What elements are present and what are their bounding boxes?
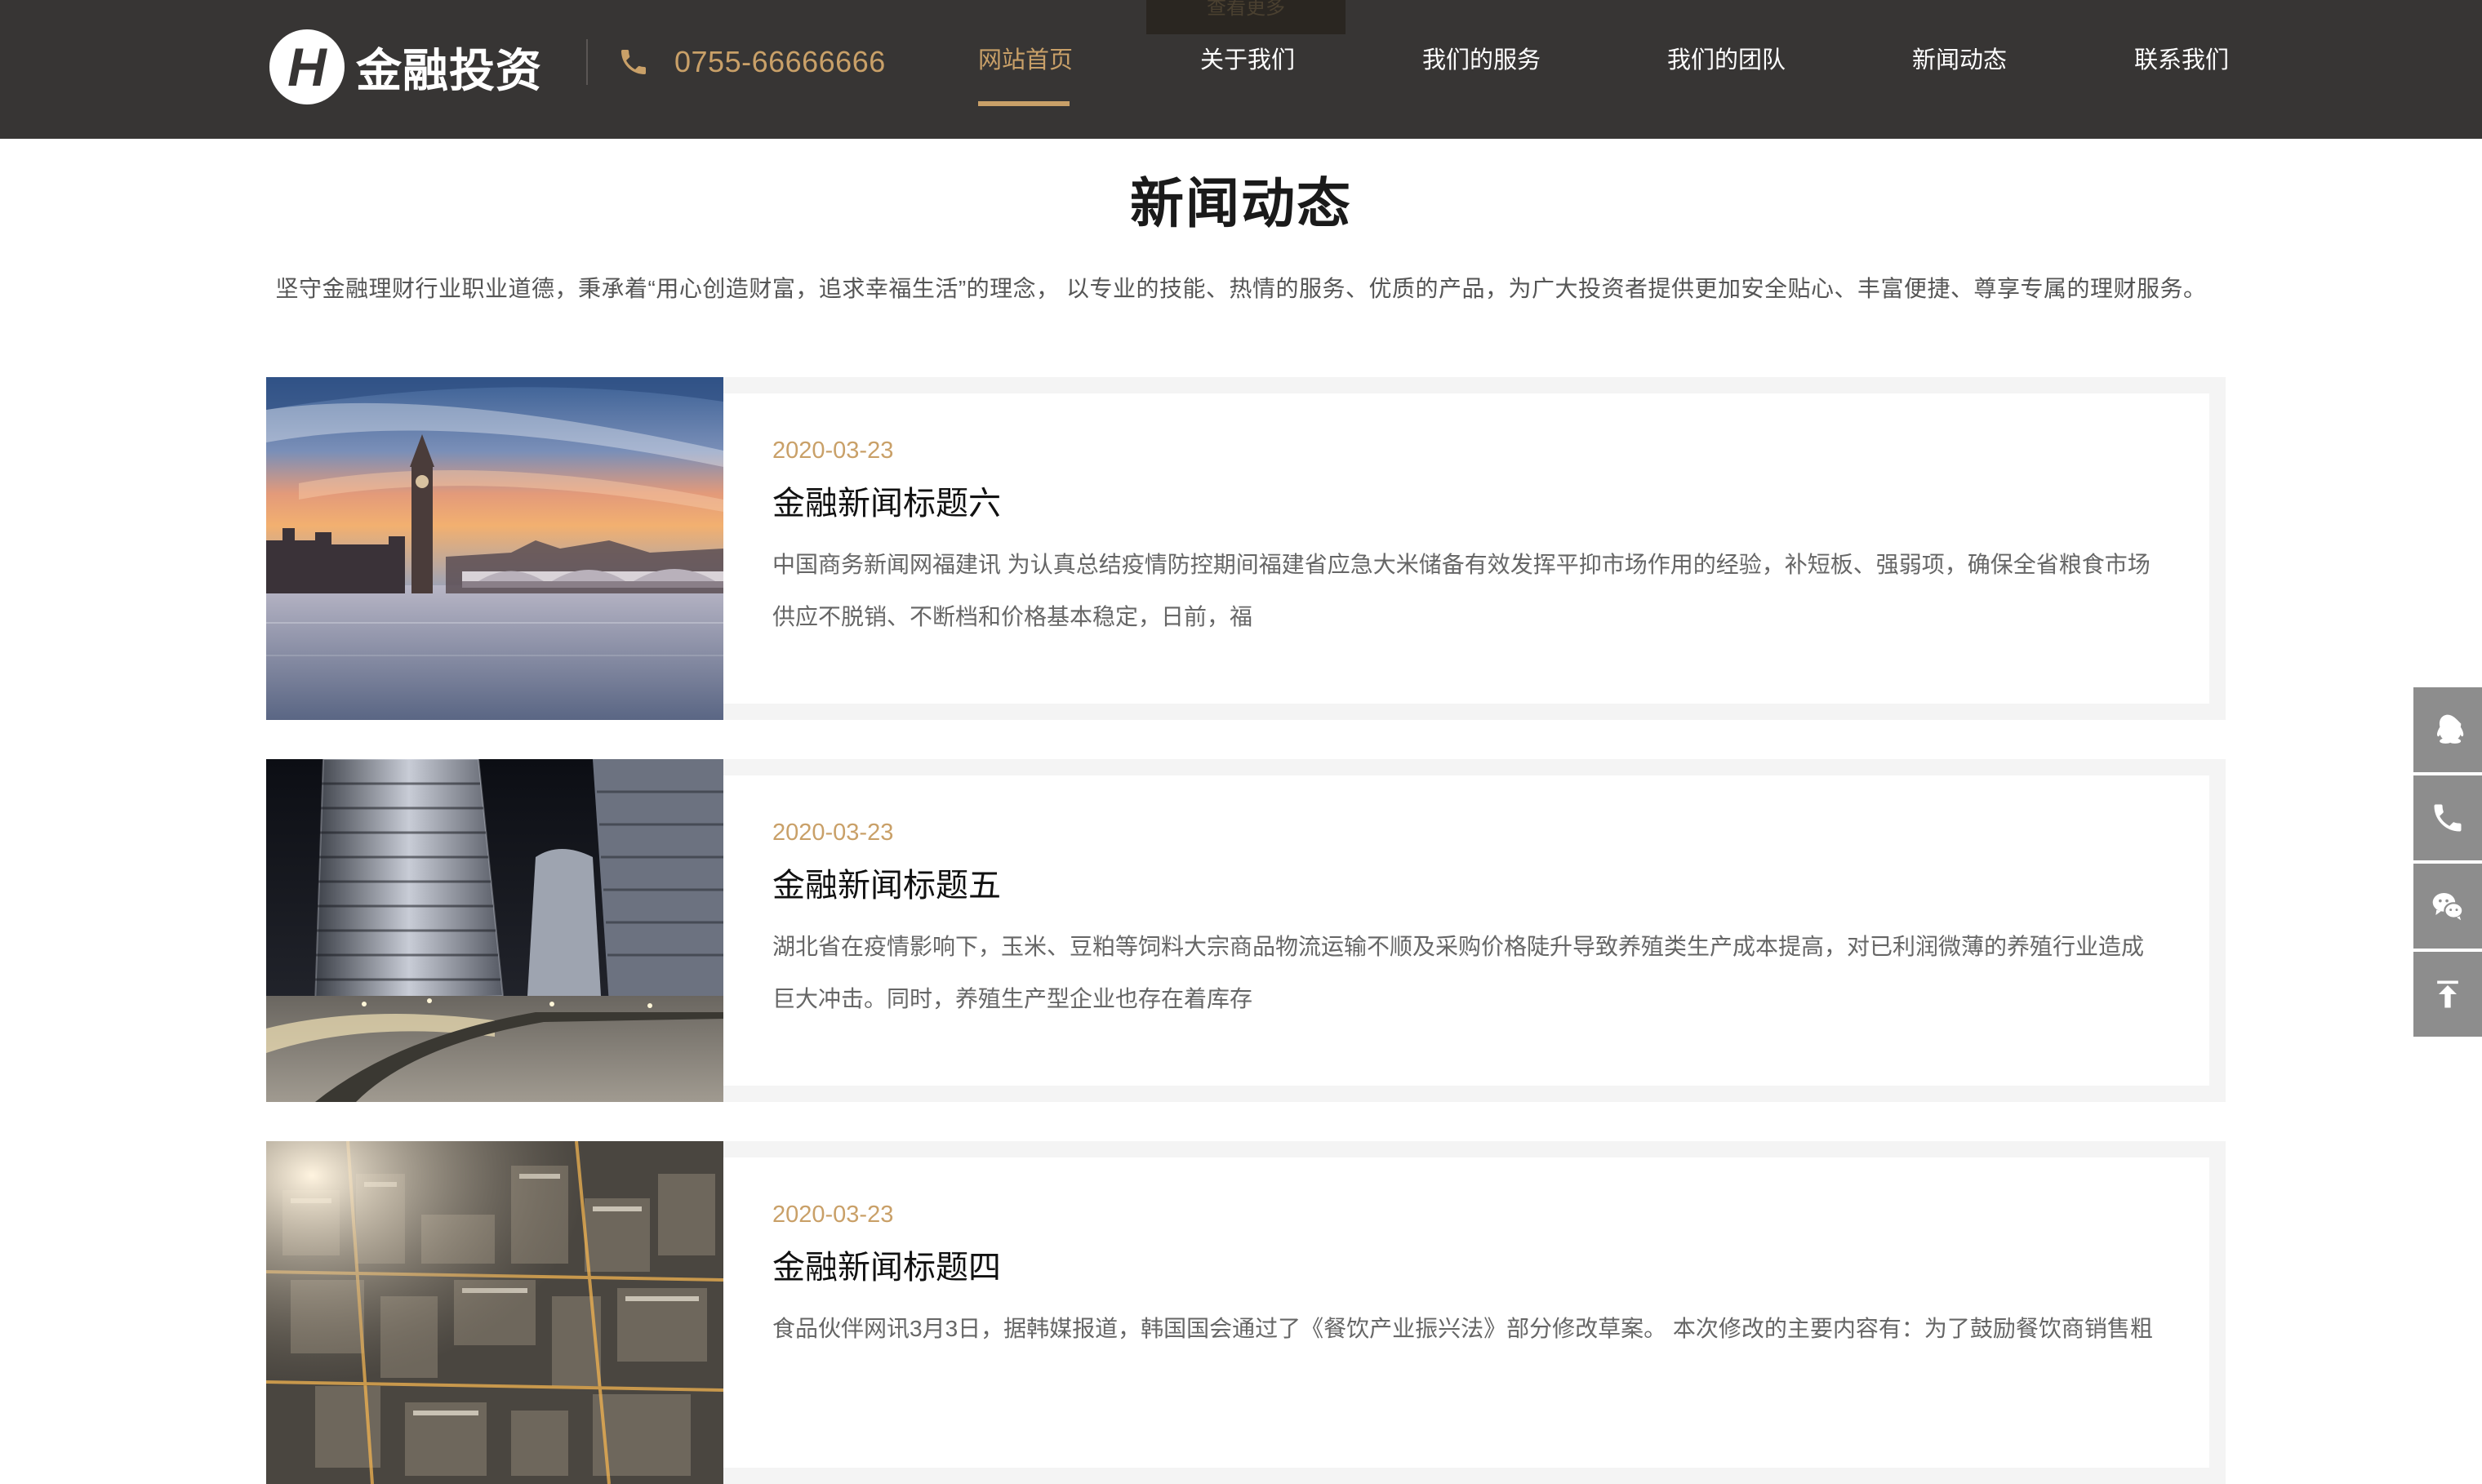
back-to-top-icon (2437, 980, 2458, 1008)
news-image-city-aerial[interactable] (266, 1141, 723, 1484)
nav-item-home[interactable]: 网站首页 (978, 41, 1073, 75)
site-header: 查看更多 H 金融投资 0755-66666666 网站首页 关于我们 我们的服… (0, 0, 2482, 139)
phone-icon (621, 50, 646, 74)
news-date: 2020-03-23 (772, 820, 894, 846)
view-more-button[interactable]: 查看更多 (1146, 0, 1346, 34)
wechat-icon (2432, 893, 2464, 921)
news-title[interactable]: 金融新闻标题六 (772, 477, 1001, 524)
section-description: 坚守金融理财行业职业道德，秉承着“用心创造财富，追求幸福生活”的理念， 以专业的… (275, 276, 2207, 301)
news-card[interactable]: 2020-03-23 金融新闻标题四 食品伙伴网讯3月3日，据韩媒报道，韩国国会… (266, 1141, 2226, 1484)
logo-mark: H (269, 29, 345, 104)
news-image-city-night[interactable] (266, 759, 723, 1102)
floating-contact-bar (2413, 687, 2482, 1040)
nav-active-indicator (978, 101, 1070, 106)
phone-icon (2434, 804, 2462, 832)
news-excerpt-line: 湖北省在疫情影响下，玉米、豆粕等饲料大宗商品物流运输不顺及采购价格陡升导致养殖类… (772, 934, 2145, 959)
back-to-top-button[interactable] (2413, 952, 2482, 1037)
site-logo[interactable]: H 金融投资 (269, 28, 542, 106)
header-phone: 0755-66666666 (617, 42, 886, 82)
news-excerpt: 食品伙伴网讯3月3日，据韩媒报道，韩国国会通过了《餐饮产业振兴法》部分修改草案。… (772, 1303, 2160, 1355)
news-excerpt: 湖北省在疫情影响下，玉米、豆粕等饲料大宗商品物流运输不顺及采购价格陡升导致养殖类… (772, 921, 2160, 1025)
phone-number: 0755-66666666 (674, 45, 886, 78)
nav-item-services[interactable]: 我们的服务 (1422, 41, 1541, 75)
news-card-body: 2020-03-23 金融新闻标题六 中国商务新闻网福建讯 为认真总结疫情防控期… (723, 393, 2209, 704)
news-card[interactable]: 2020-03-23 金融新闻标题五 湖北省在疫情影响下，玉米、豆粕等饲料大宗商… (266, 759, 2226, 1102)
news-excerpt-line: 中国商务新闻网福建讯 为认真总结疫情防控期间福建省应急大米储备有效发挥平抑市场作… (772, 552, 2151, 577)
news-excerpt-line: 巨大冲击。同时，养殖生产型企业也存在着库存 (772, 986, 1253, 1011)
wechat-button[interactable] (2413, 864, 2482, 949)
nav-item-team[interactable]: 我们的团队 (1667, 41, 1786, 75)
nav-item-about[interactable]: 关于我们 (1200, 41, 1295, 75)
news-date: 2020-03-23 (772, 1202, 894, 1228)
nav-item-contact[interactable]: 联系我们 (2134, 41, 2229, 75)
news-excerpt-line: 供应不脱销、不断档和价格基本稳定，日前，福 (772, 604, 1253, 629)
qq-icon (2436, 714, 2464, 744)
phone-button[interactable] (2413, 775, 2482, 860)
news-title[interactable]: 金融新闻标题四 (772, 1241, 1001, 1288)
section-title: 新闻动态 (1130, 173, 1352, 233)
header-divider (586, 39, 588, 85)
news-card[interactable]: 2020-03-23 金融新闻标题六 中国商务新闻网福建讯 为认真总结疫情防控期… (266, 377, 2226, 720)
qq-button[interactable] (2413, 687, 2482, 772)
news-image-london-bridge[interactable] (266, 377, 723, 720)
news-date: 2020-03-23 (772, 438, 894, 464)
news-excerpt-line: 食品伙伴网讯3月3日，据韩媒报道，韩国国会通过了《餐饮产业振兴法》部分修改草案。… (772, 1316, 2153, 1341)
news-card-body: 2020-03-23 金融新闻标题五 湖北省在疫情影响下，玉米、豆粕等饲料大宗商… (723, 775, 2209, 1086)
nav-item-news[interactable]: 新闻动态 (1912, 41, 2007, 75)
news-excerpt: 中国商务新闻网福建讯 为认真总结疫情防控期间福建省应急大米储备有效发挥平抑市场作… (772, 539, 2160, 643)
news-card-body: 2020-03-23 金融新闻标题四 食品伙伴网讯3月3日，据韩媒报道，韩国国会… (723, 1157, 2209, 1468)
logo-text: 金融投资 (356, 44, 542, 96)
news-title[interactable]: 金融新闻标题五 (772, 859, 1001, 906)
